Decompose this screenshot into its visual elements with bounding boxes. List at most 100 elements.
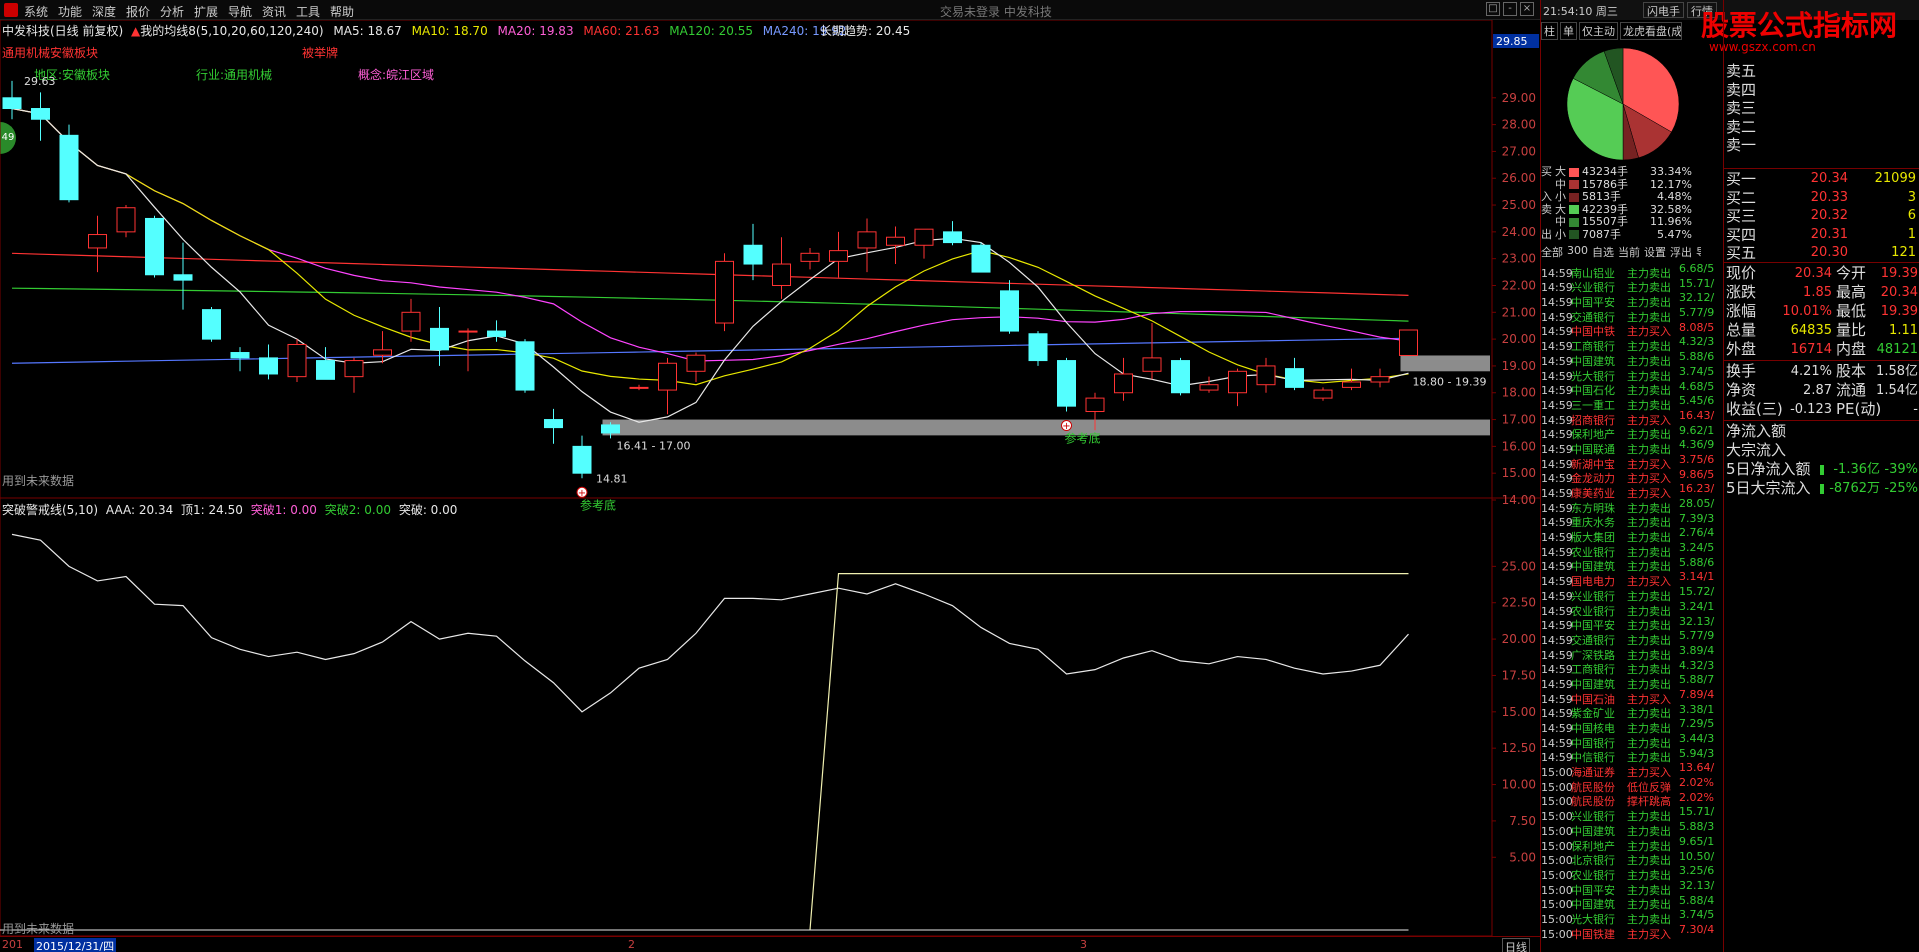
tick-row[interactable]: 14:59农业银行 主力卖出 3.24/5 (1541, 541, 1723, 559)
tick-row[interactable]: 14:59新湖中宝 主力买入 3.75/6 (1541, 453, 1723, 471)
ask-level[interactable]: 卖四 (1724, 81, 1919, 100)
tick-row[interactable]: 14:59中国建筑 主力卖出 5.88/7 (1541, 673, 1723, 691)
close-icon[interactable]: × (1520, 2, 1534, 16)
tick-row[interactable]: 14:59招商银行 主力买入 16.43/ (1541, 409, 1723, 427)
candle[interactable] (914, 228, 934, 259)
tick-row[interactable]: 14:59康美药业 主力买入 16.23/ (1541, 482, 1723, 500)
candle[interactable] (1256, 357, 1276, 393)
candle[interactable] (202, 306, 221, 342)
candle[interactable] (259, 344, 278, 380)
tick-row[interactable]: 15:00中国平安 主力卖出 32.13/ (1541, 879, 1723, 897)
candle[interactable] (1000, 280, 1019, 334)
candle[interactable] (743, 223, 763, 281)
candle[interactable] (1313, 387, 1333, 401)
candle[interactable] (31, 92, 50, 141)
tick-row[interactable]: 15:00海通证券 主力买入 13.64/ (1541, 761, 1723, 779)
candle[interactable] (515, 339, 535, 393)
candle[interactable] (2, 80, 22, 120)
tick-row[interactable]: 14:59中国平安 主力卖出 32.13/ (1541, 615, 1723, 633)
subtab-column[interactable]: 柱 (1541, 22, 1558, 40)
candle[interactable] (715, 253, 734, 332)
tick-row[interactable]: 14:59三一重工 主力卖出 5.45/6 (1541, 394, 1723, 412)
tick-row[interactable]: 14:59中国平安 主力卖出 32.12/ (1541, 291, 1723, 309)
tick-row[interactable]: 14:59中国银行 主力卖出 3.44/3 (1541, 732, 1723, 750)
tick-row[interactable]: 14:59南山铝业 主力卖出 6.68/5 (1541, 262, 1723, 280)
tick-row[interactable]: 15:00保利地产 主力卖出 9.65/1 (1541, 835, 1723, 853)
menu-item[interactable]: 导航 (228, 3, 262, 20)
candle[interactable] (1199, 376, 1219, 393)
tick-row[interactable]: 14:59光大银行 主力卖出 3.74/5 (1541, 365, 1723, 383)
menu-item[interactable]: 功能 (58, 3, 92, 20)
tick-row[interactable]: 15:00航民股份 撑杆跳高 2.02% (1541, 791, 1723, 809)
candle[interactable] (487, 320, 506, 342)
candle[interactable] (1370, 368, 1390, 388)
tick-row[interactable]: 14:59中国建筑 主力卖出 5.88/6 (1541, 350, 1723, 368)
menu-item[interactable]: 资讯 (262, 3, 296, 20)
tick-row[interactable]: 14:59农业银行 主力卖出 3.24/1 (1541, 600, 1723, 618)
menu-item[interactable]: 分析 (160, 3, 194, 20)
filter-tab[interactable]: 浮出 (1670, 244, 1692, 260)
ask-level[interactable]: 卖五 (1724, 62, 1919, 81)
candle[interactable] (1171, 357, 1190, 396)
candle[interactable] (971, 242, 991, 273)
candle[interactable] (88, 215, 107, 273)
candle[interactable] (686, 352, 706, 383)
tick-row[interactable]: 15:00光大银行 主力卖出 3.74/5 (1541, 908, 1723, 926)
candle[interactable] (658, 357, 677, 415)
lower-indicator-name[interactable]: 突破警戒线(5,10) (2, 503, 98, 517)
bid-level[interactable]: 买一 20.34 21099 (1724, 170, 1919, 189)
filter-tab[interactable]: 当前 (1618, 244, 1640, 260)
tick-row[interactable]: 14:59工商银行 主力卖出 4.32/3 (1541, 659, 1723, 677)
tick-row[interactable]: 14:59中国中铁 主力买入 8.08/5 (1541, 321, 1723, 339)
tab-flash-trade[interactable]: 闪电手 (1643, 2, 1684, 18)
candle[interactable] (544, 408, 563, 444)
candle[interactable] (1114, 357, 1133, 401)
bid-level[interactable]: 买三 20.32 6 (1724, 207, 1919, 226)
ask-level[interactable]: 卖二 (1724, 118, 1919, 137)
filter-tab[interactable]: 设置 (1644, 244, 1666, 260)
period-button[interactable]: 日线 (1502, 938, 1530, 952)
tick-row[interactable]: 15:00北京银行 主力卖出 10.50/ (1541, 850, 1723, 868)
candle[interactable] (829, 231, 848, 278)
tick-row[interactable]: 14:59兴业银行 主力卖出 15.71/ (1541, 277, 1723, 295)
candle[interactable] (1228, 368, 1247, 407)
app-logo-icon[interactable] (4, 3, 18, 17)
candle[interactable] (116, 205, 136, 238)
candle[interactable] (1057, 357, 1076, 412)
candle[interactable] (886, 226, 905, 265)
candle[interactable] (145, 215, 164, 278)
tick-row[interactable]: 14:59工商银行 主力卖出 4.32/3 (1541, 335, 1723, 353)
tick-row[interactable]: 14:59中国建筑 主力卖出 5.88/6 (1541, 556, 1723, 574)
tick-row[interactable]: 14:59紫金矿业 主力卖出 3.38/1 (1541, 703, 1723, 721)
subtab-dragon-tiger[interactable]: 龙虎看盘(成交 (1620, 22, 1682, 40)
tick-row[interactable]: 14:59东方明珠 主力卖出 28.05/ (1541, 497, 1723, 515)
tick-row[interactable]: 14:59交通银行 主力卖出 5.77/9 (1541, 629, 1723, 647)
subtab-active-only[interactable]: 仅主动 (1579, 22, 1618, 40)
tick-row[interactable]: 15:00兴业银行 主力卖出 15.71/ (1541, 805, 1723, 823)
candle[interactable] (287, 339, 307, 383)
tick-row[interactable]: 14:59中国石油 主力买入 7.89/4 (1541, 688, 1723, 706)
filter-tab[interactable]: 导 (1696, 244, 1701, 260)
tick-row[interactable]: 14:59中国核电 主力卖出 7.29/5 (1541, 717, 1723, 735)
filter-tab[interactable]: 自选 (1592, 244, 1614, 260)
tick-row[interactable]: 14:59保利地产 主力卖出 9.62/1 (1541, 424, 1723, 442)
filter-tab[interactable]: 300 (1567, 244, 1588, 260)
tick-row[interactable]: 14:59交通银行 主力卖出 5.77/9 (1541, 306, 1723, 324)
subtab-single[interactable]: 单 (1560, 22, 1577, 40)
candle[interactable] (344, 357, 364, 393)
tick-row[interactable]: 14:59版大集团 主力卖出 2.76/4 (1541, 526, 1723, 544)
candle[interactable] (629, 384, 649, 391)
candle[interactable] (772, 237, 791, 299)
minimize-icon[interactable]: - (1503, 2, 1517, 16)
candle[interactable] (1285, 357, 1304, 391)
candle[interactable] (1142, 323, 1162, 380)
candle[interactable] (943, 221, 962, 246)
restore-icon[interactable]: □ (1486, 2, 1500, 16)
tick-row[interactable]: 14:59中信银行 主力卖出 5.94/3 (1541, 747, 1723, 765)
bid-level[interactable]: 买五 20.30 121 (1724, 244, 1919, 263)
candle[interactable] (800, 247, 820, 270)
kline-chart[interactable]: 29.0028.0027.0026.0025.0024.0023.0022.00… (0, 20, 1540, 952)
tick-row[interactable]: 14:59兴业银行 主力卖出 15.72/ (1541, 585, 1723, 603)
bid-level[interactable]: 买四 20.31 1 (1724, 226, 1919, 245)
menu-item[interactable]: 系统 (24, 3, 58, 20)
